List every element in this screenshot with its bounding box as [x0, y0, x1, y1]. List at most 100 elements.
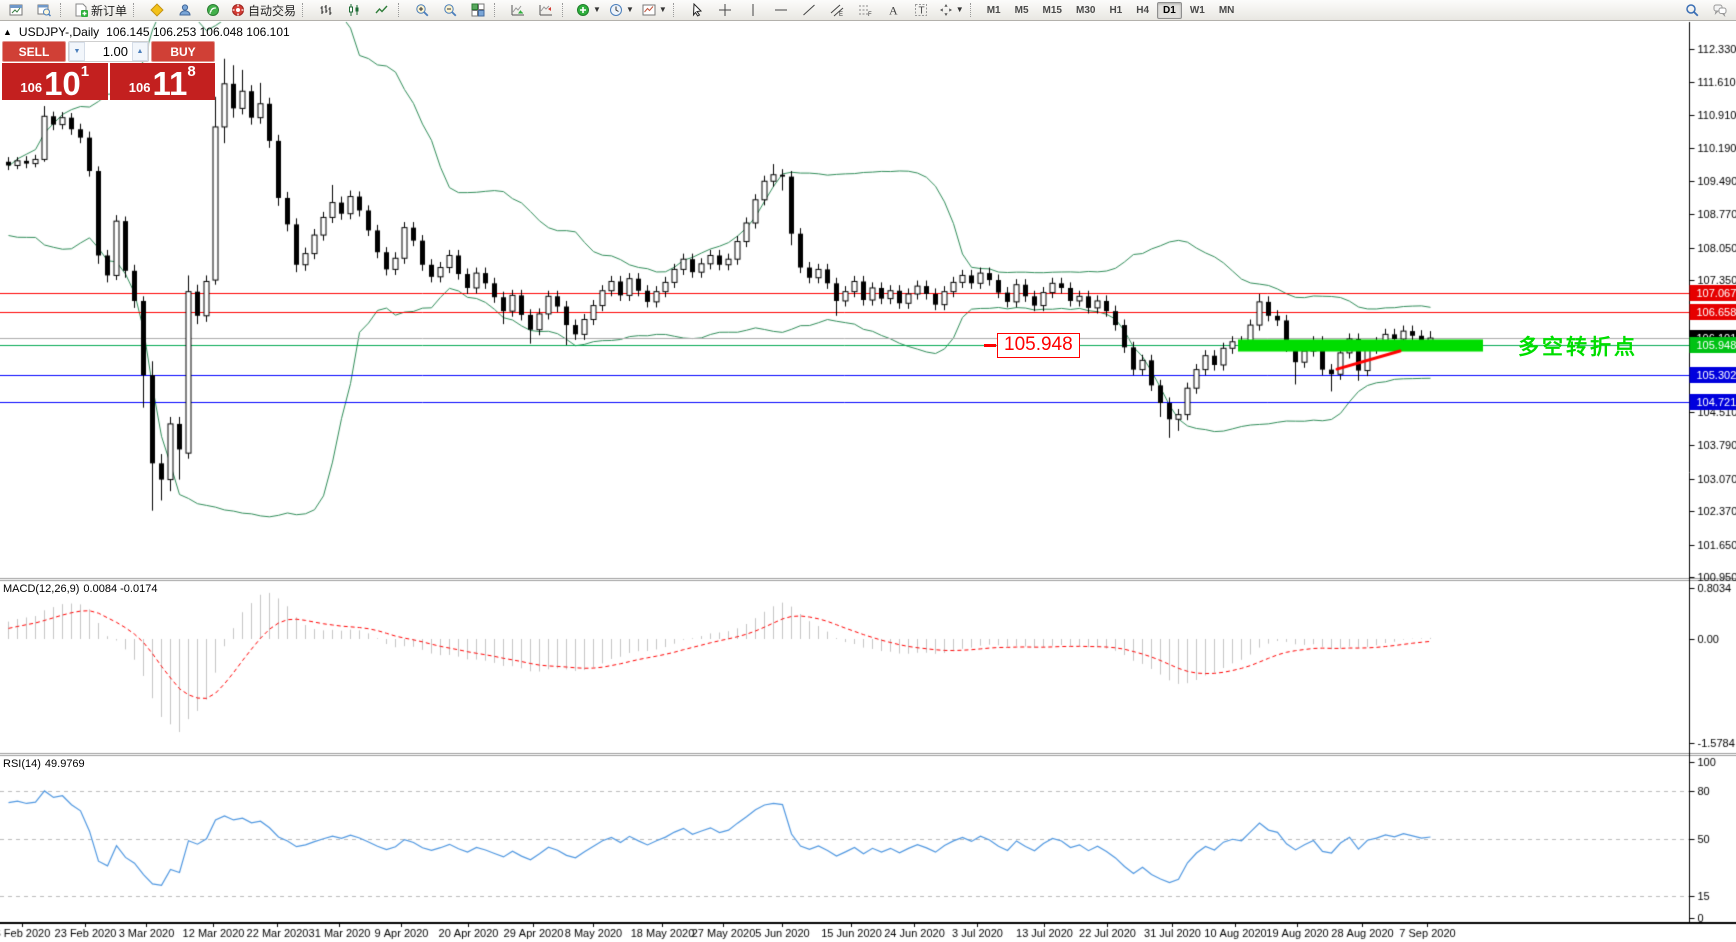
tile-icon: [471, 3, 485, 17]
timeframe-W1[interactable]: W1: [1184, 2, 1211, 19]
auto-scroll-button[interactable]: [504, 0, 532, 20]
mql5-button[interactable]: [143, 0, 171, 20]
rsi-indicator-label: RSI(14)49.9769: [3, 758, 89, 770]
timeframe-H4[interactable]: H4: [1130, 2, 1155, 19]
candlestick-button[interactable]: [340, 0, 368, 20]
toolbar-group-scroll: [504, 0, 560, 20]
chevron-down-icon[interactable]: ▼: [593, 6, 601, 14]
new-chart-button[interactable]: [2, 0, 30, 20]
user-icon: [178, 3, 192, 17]
timeframe-M15[interactable]: M15: [1037, 2, 1068, 19]
price-callout-105948[interactable]: 105.948: [984, 333, 1080, 358]
line-chart-button[interactable]: [368, 0, 396, 20]
algo-trading-button[interactable]: 自动交易: [227, 0, 300, 20]
cursor-button[interactable]: [683, 0, 711, 20]
sell-price[interactable]: 106 10 1: [2, 63, 108, 100]
fibonacci-button[interactable]: F: [851, 0, 879, 20]
volume-stepper[interactable]: ▼ 1.00 ▲: [68, 41, 149, 62]
buy-price-big: 11: [152, 69, 187, 99]
toolbar-grip: [673, 3, 680, 17]
zoomout-icon: [443, 3, 457, 17]
indicators-button[interactable]: ▼: [572, 0, 605, 20]
bar-chart-button[interactable]: [312, 0, 340, 20]
sell-price-big: 10: [44, 69, 81, 99]
timeframe-M5[interactable]: M5: [1009, 2, 1035, 19]
timeframe-D1[interactable]: D1: [1157, 2, 1182, 19]
algo-trading-button-label: 自动交易: [248, 2, 296, 19]
fibo-icon: F: [858, 3, 872, 17]
symbol-bar: ▲ USDJPY-,Daily 106.145 106.253 106.048 …: [3, 25, 290, 39]
toolbar-grip: [398, 3, 405, 17]
toolbar-grip: [494, 3, 501, 17]
new-order-button[interactable]: 新订单: [70, 0, 131, 20]
bars-icon: [319, 3, 333, 17]
mt4-window: 新订单 自动交易 ▼ ▼ ▼ E F AT ▼ M1M5M15M30H1H4D1W1MN ▲ US…: [0, 0, 1736, 942]
volume-down-icon[interactable]: ▼: [69, 42, 85, 61]
labelT-icon: T: [914, 3, 928, 17]
toolbar-group-order: 新订单: [70, 0, 131, 20]
symbol-ohlc: 106.145 106.253 106.048 106.101: [106, 25, 290, 39]
timeframe-M1[interactable]: M1: [981, 2, 1007, 19]
svg-text:E: E: [839, 12, 843, 17]
buy-price[interactable]: 106 11 8: [110, 63, 216, 100]
toolbar-group-zoom: [408, 0, 492, 20]
new-order-icon: [74, 3, 88, 17]
chat-button[interactable]: [1706, 0, 1734, 20]
collapse-panel-icon[interactable]: ▲: [3, 27, 12, 37]
channel-button[interactable]: E: [823, 0, 851, 20]
volume-value[interactable]: 1.00: [85, 42, 132, 61]
toolbar-right-group: [1678, 0, 1734, 20]
zoom-in-button[interactable]: [408, 0, 436, 20]
timeframe-MN[interactable]: MN: [1213, 2, 1241, 19]
clock-icon: [609, 3, 623, 17]
hline-icon: [774, 3, 788, 17]
label-button[interactable]: T: [907, 0, 935, 20]
new-chart-icon: [9, 3, 23, 17]
svg-text:T: T: [918, 6, 924, 17]
templates-button[interactable]: ▼: [638, 0, 671, 20]
svg-text:F: F: [868, 12, 872, 17]
volume-up-icon[interactable]: ▲: [132, 42, 148, 61]
trendline-button[interactable]: [795, 0, 823, 20]
arrows-button[interactable]: ▼: [935, 0, 968, 20]
sell-price-prefix: 106: [20, 80, 42, 95]
tile-windows-button[interactable]: [464, 0, 492, 20]
hline-button[interactable]: [767, 0, 795, 20]
trend-icon: [802, 3, 816, 17]
indicators-icon: [576, 3, 590, 17]
vline-button[interactable]: [739, 0, 767, 20]
search-button[interactable]: [1678, 0, 1706, 20]
autoscroll-icon: [511, 3, 525, 17]
community-button[interactable]: [171, 0, 199, 20]
crosshair-button[interactable]: [711, 0, 739, 20]
turning-point-note[interactable]: 多空转折点: [1518, 331, 1638, 361]
chevron-down-icon[interactable]: ▼: [626, 6, 634, 14]
periods-button[interactable]: ▼: [605, 0, 638, 20]
zoom-out-button[interactable]: [436, 0, 464, 20]
sell-price-sup: 1: [81, 63, 89, 80]
chevron-down-icon[interactable]: ▼: [659, 6, 667, 14]
chart-canvas[interactable]: [0, 0, 1736, 942]
toolbar: 新订单 自动交易 ▼ ▼ ▼ E F AT ▼ M1M5M15M30H1H4D1W1MN: [0, 0, 1736, 21]
timeframe-M30[interactable]: M30: [1070, 2, 1101, 19]
text-button[interactable]: A: [879, 0, 907, 20]
channel-icon: E: [830, 3, 844, 17]
linechart-icon: [375, 3, 389, 17]
profiles-button[interactable]: [30, 0, 58, 20]
toolbar-group-charts: [2, 0, 58, 20]
zoomin-icon: [415, 3, 429, 17]
signals-button[interactable]: [199, 0, 227, 20]
template-icon: [642, 3, 656, 17]
buy-button[interactable]: BUY: [151, 41, 215, 62]
shift-icon: [539, 3, 553, 17]
toolbar-group-chart-types: [312, 0, 396, 20]
sell-button[interactable]: SELL: [2, 41, 66, 62]
arrows-icon: [939, 3, 953, 17]
chat-icon: [1713, 3, 1727, 17]
chart-shift-button[interactable]: [532, 0, 560, 20]
toolbar-grip: [302, 3, 309, 17]
timeframe-H1[interactable]: H1: [1103, 2, 1128, 19]
callout-text: 105.948: [997, 333, 1080, 358]
toolbar-group-objects-main: ▼ ▼ ▼: [572, 0, 671, 20]
chevron-down-icon[interactable]: ▼: [956, 6, 964, 14]
